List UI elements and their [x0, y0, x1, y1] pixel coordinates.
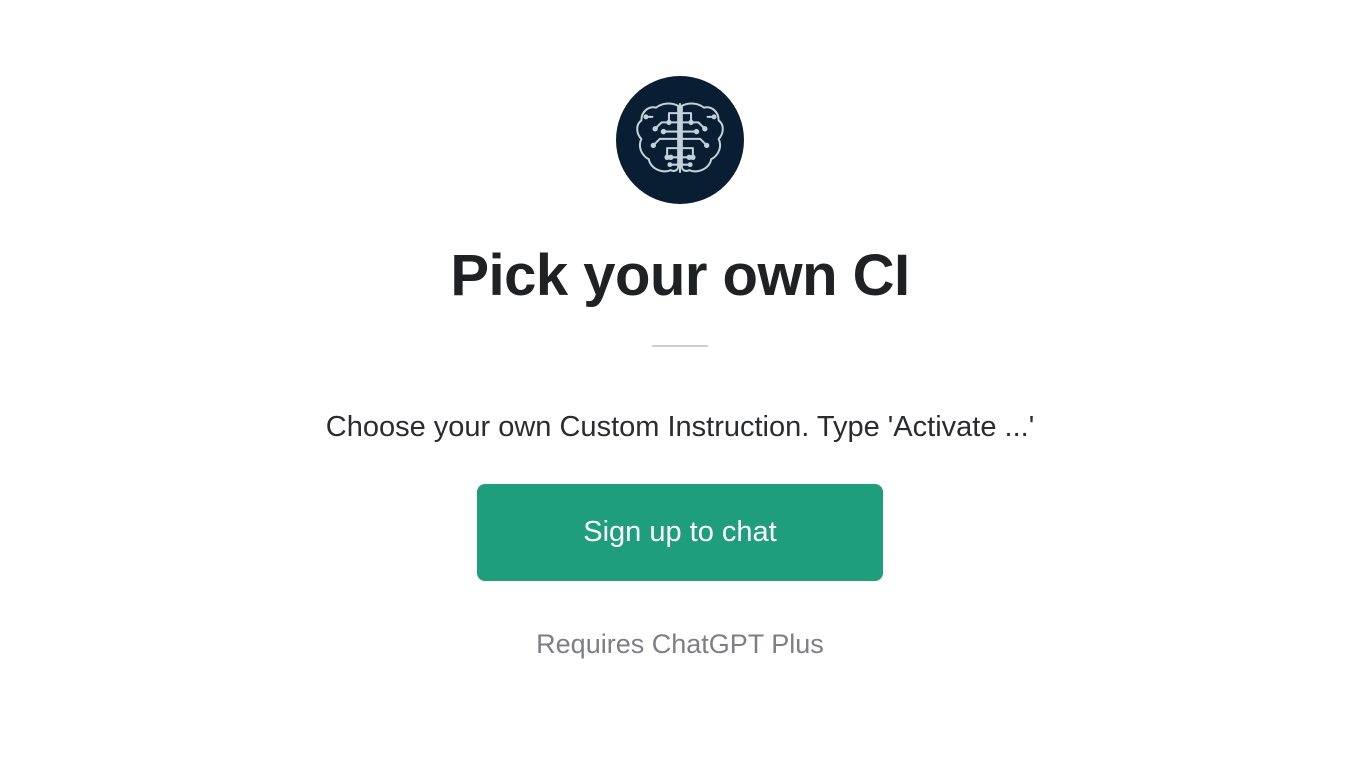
requirement-note: Requires ChatGPT Plus — [536, 629, 824, 660]
gpt-description: Choose your own Custom Instruction. Type… — [326, 411, 1034, 444]
title-divider — [652, 345, 708, 347]
gpt-avatar — [616, 76, 744, 204]
signup-button[interactable]: Sign up to chat — [477, 484, 882, 581]
brain-circuit-icon — [634, 99, 726, 182]
page-title: Pick your own CI — [450, 242, 909, 309]
